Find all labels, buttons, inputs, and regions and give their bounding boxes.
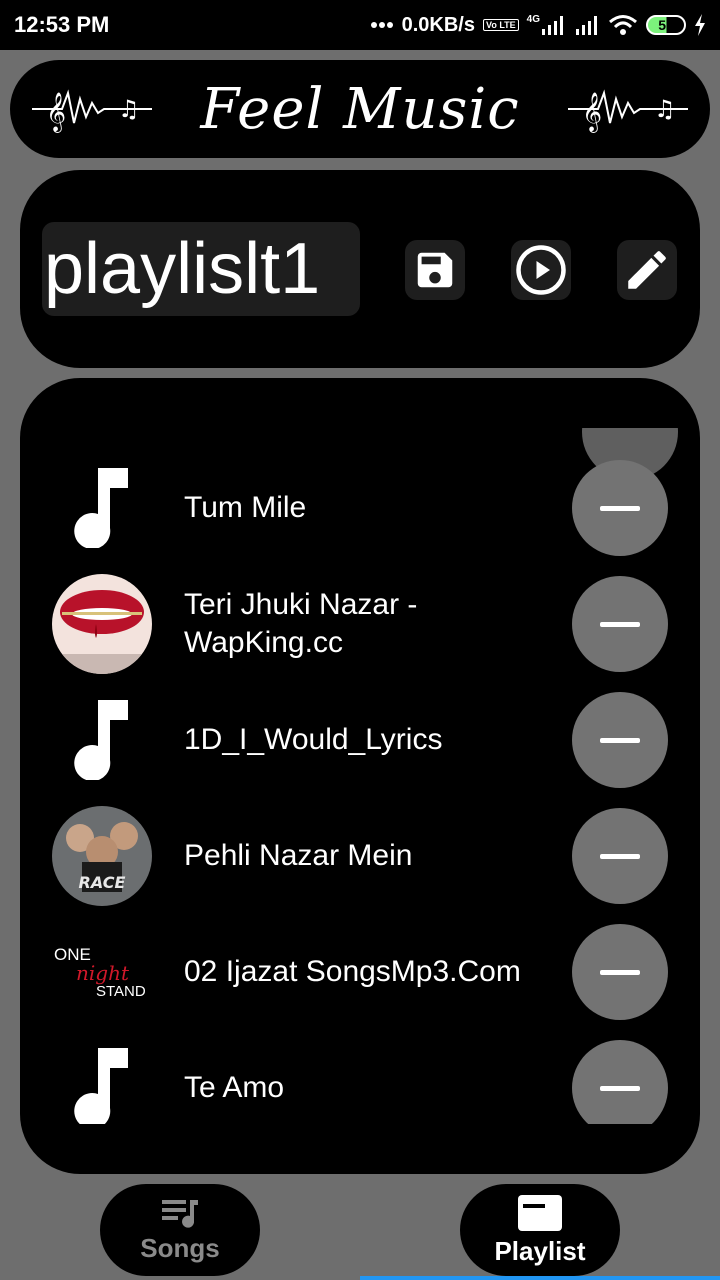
dots-icon <box>370 22 393 28</box>
queue-music-icon <box>162 1199 198 1228</box>
playlist-card-icon <box>518 1194 562 1231</box>
minus-icon <box>600 969 640 975</box>
album-art: RACE <box>52 806 152 906</box>
playlist-songs-panel[interactable]: Tum Mile Teri Jhuki Nazar - WapKing.cc 1… <box>20 378 700 1174</box>
edit-button[interactable] <box>617 240 677 300</box>
app-title: Feel Music <box>200 76 520 142</box>
minus-icon <box>600 621 640 627</box>
nav-playlist-button[interactable]: Playlist <box>460 1184 620 1276</box>
music-note-icon <box>52 1038 152 1124</box>
remove-song-button[interactable] <box>572 692 668 788</box>
edit-pencil-icon <box>628 251 666 289</box>
album-art: ONE night STAND <box>52 922 152 1022</box>
song-title: 02 Ijazat SongsMp3.Com <box>184 955 521 988</box>
svg-text:RACE: RACE <box>79 873 126 892</box>
remove-song-button[interactable] <box>572 576 668 672</box>
remove-song-button[interactable] <box>572 808 668 904</box>
battery-icon: 52 <box>646 15 686 35</box>
music-heartbeat-icon: 𝄞 ♫ <box>32 79 153 139</box>
active-tab-indicator <box>360 1276 720 1280</box>
nav-playlist-label: Playlist <box>494 1235 586 1266</box>
network-type: 4G <box>526 13 540 25</box>
minus-icon <box>600 505 640 511</box>
wifi-icon <box>609 15 637 35</box>
status-icons: 0.0KB/s Vo LTE 4G 52 <box>370 14 706 37</box>
remove-song-button[interactable] <box>572 1040 668 1124</box>
network-speed: 0.0KB/s <box>401 13 475 36</box>
music-note-icon <box>52 458 152 558</box>
svg-text:♫: ♫ <box>654 95 676 123</box>
minus-icon <box>600 737 640 743</box>
music-heartbeat-icon: 𝄞 ♫ <box>567 79 688 139</box>
status-time: 12:53 PM <box>14 12 110 37</box>
play-circle-icon <box>516 245 566 295</box>
signal-icon <box>542 16 563 35</box>
save-button[interactable] <box>405 240 465 300</box>
list-item[interactable]: 1D_I_Would_Lyrics <box>20 682 700 798</box>
svg-text:♫: ♫ <box>118 95 140 123</box>
nav-songs-label: Songs <box>140 1232 220 1263</box>
app-header: 𝄞 ♫ Feel Music 𝄞 ♫ <box>10 60 710 158</box>
playlist-toolbar: playlislt1 <box>20 170 700 368</box>
svg-text:STAND: STAND <box>96 983 146 1000</box>
list-item[interactable]: Teri Jhuki Nazar - WapKing.cc <box>20 566 700 682</box>
minus-icon <box>600 1085 640 1091</box>
volte-icon: Vo LTE <box>482 19 519 31</box>
list-item[interactable]: Tum Mile <box>20 450 700 566</box>
song-title: Te Amo <box>184 1071 285 1104</box>
song-title: Tum Mile <box>184 491 307 524</box>
svg-text:night: night <box>76 961 130 985</box>
list-item[interactable]: RACE Pehli Nazar Mein <box>20 798 700 914</box>
minus-icon <box>600 853 640 859</box>
signal-icon <box>576 16 597 35</box>
status-bar: 12:53 PM 0.0KB/s Vo LTE 4G 52 <box>0 0 720 50</box>
svg-text:𝄞: 𝄞 <box>582 92 602 133</box>
remove-song-button[interactable] <box>572 460 668 556</box>
song-title: 1D_I_Would_Lyrics <box>184 723 443 756</box>
album-art <box>52 574 152 674</box>
remove-song-button[interactable] <box>572 924 668 1020</box>
music-note-icon <box>52 690 152 790</box>
list-item[interactable]: ONE night STAND 02 Ijazat SongsMp3.Com <box>20 914 700 1030</box>
svg-text:𝄞: 𝄞 <box>46 92 66 133</box>
nav-songs-button[interactable]: Songs <box>100 1184 260 1276</box>
charging-icon <box>695 14 705 36</box>
playlist-name-field[interactable]: playlislt1 <box>42 222 360 316</box>
list-item[interactable]: Te Amo <box>20 1030 700 1124</box>
save-icon <box>417 252 453 288</box>
song-title: Pehli Nazar Mein <box>184 839 413 872</box>
song-title: Teri Jhuki Nazar - WapKing.cc <box>184 588 418 659</box>
song-list[interactable]: Tum Mile Teri Jhuki Nazar - WapKing.cc 1… <box>20 428 700 1124</box>
play-playlist-button[interactable] <box>511 240 571 300</box>
